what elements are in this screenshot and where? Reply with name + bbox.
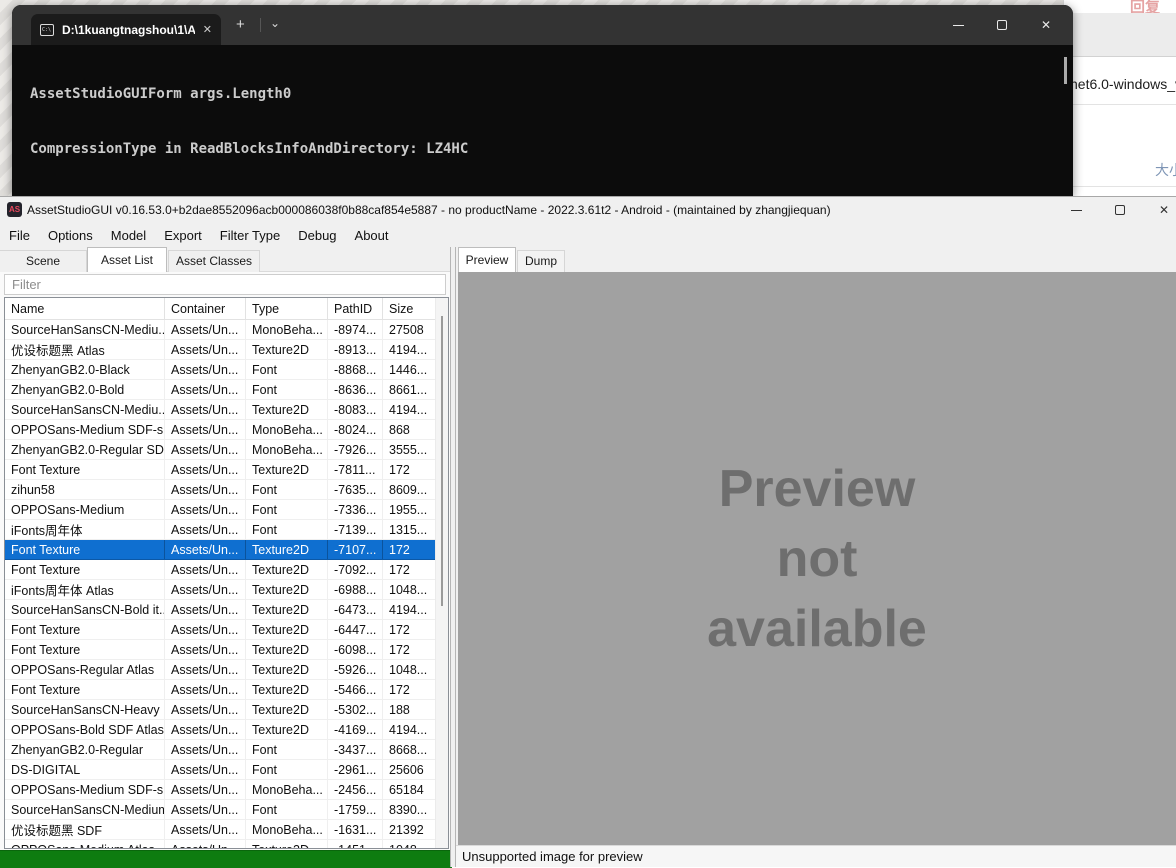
background-window: 回复 het6.0-windows_v 大小 — [1063, 0, 1176, 196]
table-row[interactable]: OPPOSans-Medium Assets/Un... Font -7336.… — [5, 500, 448, 520]
table-row[interactable]: OPPOSans-Medium SDF-s... Assets/Un... Mo… — [5, 780, 448, 800]
table-row[interactable]: Font Texture Assets/Un... Texture2D -781… — [5, 460, 448, 480]
terminal-close-button[interactable]: ✕ — [1024, 5, 1068, 45]
table-row[interactable]: 优设标题黑 SDF Assets/Un... MonoBeha... -1631… — [5, 820, 448, 840]
app-icon: AS — [7, 202, 22, 217]
table-row[interactable]: OPPOSans-Bold SDF Atlas 1 Assets/Un... T… — [5, 720, 448, 740]
column-header-type[interactable]: Type — [246, 298, 328, 319]
background-size-column-label[interactable]: 大小 — [1155, 160, 1176, 180]
table-row[interactable]: iFonts周年体 Atlas Assets/Un... Texture2D -… — [5, 580, 448, 600]
background-file-label[interactable]: het6.0-windows_v — [1070, 76, 1176, 92]
menu-file[interactable]: File — [9, 228, 39, 243]
terminal-window: C:\ D:\1kuangtnagshou\1\AssetStu ✕ + ⌄ ✕… — [12, 5, 1073, 196]
app-maximize-button[interactable] — [1098, 197, 1142, 223]
column-header-container[interactable]: Container — [165, 298, 246, 319]
chevron-down-icon[interactable]: ⌄ — [270, 16, 280, 30]
table-row[interactable]: Font Texture Assets/Un... Texture2D -709… — [5, 560, 448, 580]
window-title: AssetStudioGUI v0.16.53.0+b2dae8552096ac… — [27, 203, 831, 217]
status-bar: Unsupported image for preview — [456, 845, 1176, 867]
minimize-icon — [1071, 210, 1082, 211]
table-row[interactable]: Font Texture Assets/Un... Texture2D -644… — [5, 620, 448, 640]
table-row[interactable]: SourceHanSansCN-Mediu... Assets/Un... Mo… — [5, 320, 448, 340]
divider — [1064, 186, 1176, 187]
table-row[interactable]: 优设标题黑 Atlas Assets/Un... Texture2D -8913… — [5, 340, 448, 360]
cmd-icon: C:\ — [40, 24, 54, 36]
menu-debug[interactable]: Debug — [289, 228, 345, 243]
table-row[interactable]: SourceHanSansCN-Medium Assets/Un... Font… — [5, 800, 448, 820]
tab-scene-hierarchy[interactable]: Scene Hierarchy — [0, 250, 87, 272]
column-header-pathid[interactable]: PathID — [328, 298, 383, 319]
menu-export[interactable]: Export — [155, 228, 211, 243]
menu-model[interactable]: Model — [102, 228, 155, 243]
tab-asset-list[interactable]: Asset List — [87, 247, 167, 272]
terminal-output: AssetStudioGUIForm args.Length0 Compress… — [12, 45, 1073, 196]
menu-options[interactable]: Options — [39, 228, 102, 243]
column-header-size[interactable]: Size — [383, 298, 437, 319]
preview-panel: Preview Dump Preview not available Unsup… — [456, 247, 1176, 867]
table-row[interactable]: SourceHanSansCN-Heavy ... Assets/Un... T… — [5, 700, 448, 720]
terminal-line: AssetStudioGUIForm args.Length0 — [30, 85, 1073, 103]
new-tab-icon[interactable]: + — [236, 16, 245, 33]
asset-list-panel: Scene Hierarchy Asset List Asset Classes… — [0, 247, 450, 867]
table-row[interactable]: SourceHanSansCN-Mediu... Assets/Un... Te… — [5, 400, 448, 420]
terminal-line: CompressionType in ReadBlocksInfoAndDire… — [30, 140, 1073, 158]
terminal-tab-title: D:\1kuangtnagshou\1\AssetStu — [62, 23, 195, 37]
terminal-minimize-button[interactable] — [936, 5, 980, 45]
title-bar: AS AssetStudioGUI v0.16.53.0+b2dae855209… — [0, 197, 1176, 223]
tab-dump[interactable]: Dump — [517, 250, 565, 272]
terminal-tab-bar: C:\ D:\1kuangtnagshou\1\AssetStu ✕ + ⌄ ✕ — [12, 5, 1073, 45]
menu-about[interactable]: About — [346, 228, 398, 243]
table-scrollbar-thumb[interactable] — [441, 316, 443, 606]
preview-area: Preview not available — [458, 272, 1176, 845]
menu-filter-type[interactable]: Filter Type — [211, 228, 289, 243]
filter-input[interactable] — [4, 274, 446, 295]
table-row[interactable]: OPPOSans-Medium Atlas Assets/Un... Textu… — [5, 840, 448, 849]
table-row[interactable]: Font Texture Assets/Un... Texture2D -710… — [5, 540, 448, 560]
asset-table-header: Name Container Type PathID Size — [5, 298, 448, 320]
status-text: Unsupported image for preview — [462, 849, 643, 864]
column-header-name[interactable]: Name — [5, 298, 165, 319]
terminal-maximize-button[interactable] — [980, 5, 1024, 45]
table-row[interactable]: zihun58 Assets/Un... Font -7635... 8609.… — [5, 480, 448, 500]
terminal-tab[interactable]: C:\ D:\1kuangtnagshou\1\AssetStu ✕ — [31, 14, 221, 45]
tab-asset-classes[interactable]: Asset Classes — [168, 250, 260, 272]
app-minimize-button[interactable] — [1054, 197, 1098, 223]
table-row[interactable]: SourceHanSansCN-Bold it... Assets/Un... … — [5, 600, 448, 620]
tab-close-icon[interactable]: ✕ — [203, 23, 212, 36]
background-toolbar — [1064, 13, 1176, 57]
table-row[interactable]: OPPOSans-Medium SDF-s... Assets/Un... Mo… — [5, 420, 448, 440]
divider — [260, 18, 261, 32]
assetstudio-window: AS AssetStudioGUI v0.16.53.0+b2dae855209… — [0, 196, 1176, 867]
maximize-icon — [997, 20, 1007, 30]
table-row[interactable]: ZhenyanGB2.0-Black Assets/Un... Font -88… — [5, 360, 448, 380]
table-row[interactable]: ZhenyanGB2.0-Regular Assets/Un... Font -… — [5, 740, 448, 760]
minimize-icon — [953, 25, 964, 26]
table-scrollbar[interactable] — [435, 298, 448, 848]
left-tab-strip: Scene Hierarchy Asset List Asset Classes — [0, 247, 450, 272]
table-row[interactable]: Font Texture Assets/Un... Texture2D -609… — [5, 640, 448, 660]
terminal-scrollbar-thumb[interactable] — [1064, 57, 1067, 84]
table-row[interactable]: ZhenyanGB2.0-Regular SDF Assets/Un... Mo… — [5, 440, 448, 460]
menu-bar: File Options Model Export Filter Type De… — [0, 223, 1176, 247]
table-row[interactable]: ZhenyanGB2.0-Bold Assets/Un... Font -863… — [5, 380, 448, 400]
divider — [1064, 104, 1176, 105]
maximize-icon — [1115, 205, 1125, 215]
asset-table-body: SourceHanSansCN-Mediu... Assets/Un... Mo… — [5, 320, 448, 849]
progress-bar — [0, 850, 452, 868]
app-close-button[interactable]: ✕ — [1142, 197, 1176, 223]
table-row[interactable]: OPPOSans-Regular Atlas Assets/Un... Text… — [5, 660, 448, 680]
tab-preview[interactable]: Preview — [458, 247, 516, 272]
table-row[interactable]: Font Texture Assets/Un... Texture2D -546… — [5, 680, 448, 700]
table-row[interactable]: iFonts周年体 Assets/Un... Font -7139... 131… — [5, 520, 448, 540]
table-row[interactable]: DS-DIGITAL Assets/Un... Font -2961... 25… — [5, 760, 448, 780]
preview-unavailable-message: Preview not available — [707, 454, 927, 664]
asset-table: Name Container Type PathID Size SourceHa… — [4, 297, 449, 849]
